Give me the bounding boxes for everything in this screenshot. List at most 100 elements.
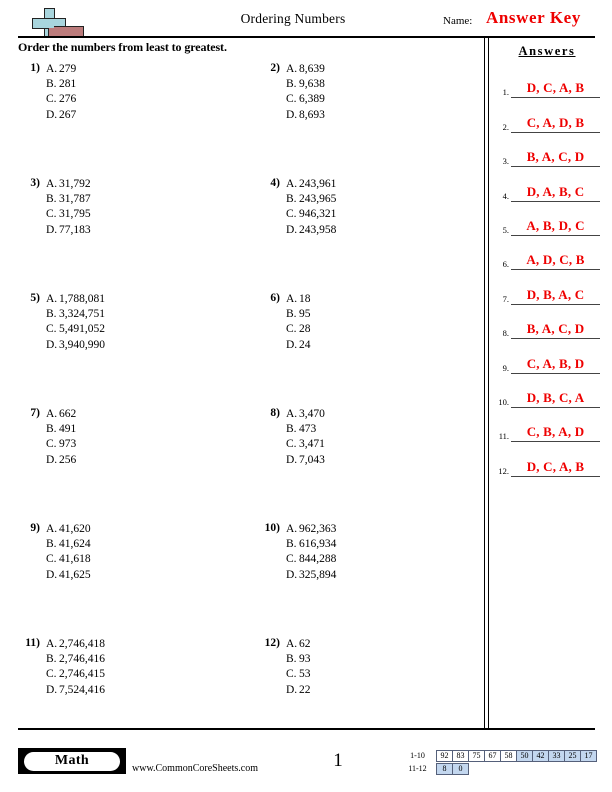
choice-option[interactable]: D. 77,183	[46, 223, 91, 238]
choice-label: A.	[286, 63, 298, 75]
choice-label: A.	[286, 523, 298, 535]
answer-row: 7. D, B, A, C	[492, 272, 604, 306]
choice-option[interactable]: D. 243,958	[286, 223, 336, 238]
name-label: Name:	[443, 15, 473, 27]
choice-option[interactable]: B. 616,934	[286, 537, 336, 552]
question-row: 3) A. 31,792 B. 31,787 C. 31,795 D. 77,183 4) A. 24…	[14, 177, 480, 292]
choice-option[interactable]: C. 3,471	[286, 437, 325, 452]
answer-value: C, A, D, B	[526, 114, 585, 130]
choice-option[interactable]: C. 844,288	[286, 552, 336, 567]
score-range-label: 1-10	[410, 751, 425, 760]
choice-option[interactable]: B. 281	[46, 77, 76, 92]
choice-option[interactable]: C. 53	[286, 667, 311, 682]
choice-value: 31,792	[59, 178, 91, 190]
choice-value: 7,524,416	[59, 683, 105, 696]
question-number: 8)	[270, 407, 280, 419]
choice-option[interactable]: C. 28	[286, 322, 311, 337]
choice-value: 77,183	[59, 223, 91, 236]
choice-label: B.	[286, 78, 297, 91]
choice-option[interactable]: B. 491	[46, 422, 76, 437]
choice-list: A. 18 B. 95 C. 28 D. 24	[286, 292, 311, 353]
question-number: 6)	[270, 292, 280, 304]
choice-list: A. 243,961 B. 243,965 C. 946,321 D. 243,958	[286, 177, 336, 238]
choice-value: 844,288	[299, 553, 337, 566]
choice-option[interactable]: A. 962,363	[286, 522, 336, 537]
choice-label: D.	[46, 683, 58, 696]
choice-option[interactable]: C. 2,746,415	[46, 667, 105, 682]
choice-option[interactable]: D. 7,524,416	[46, 683, 105, 698]
question-6: 6) A. 18 B. 95 C. 28 D. 24	[254, 292, 486, 402]
choice-label: C.	[286, 553, 297, 566]
choice-option[interactable]: D. 267	[46, 108, 76, 123]
answers-list: 1. D, C, A, B 2. C, A, D, B 3. B, A, C, D 4. D,…	[492, 66, 604, 479]
choice-label: A.	[46, 293, 58, 305]
choice-option[interactable]: A. 41,620	[46, 522, 91, 537]
choice-option[interactable]: B. 41,624	[46, 537, 91, 552]
score-cell: 92	[436, 750, 453, 762]
choice-label: B.	[286, 423, 297, 436]
choice-option[interactable]: A. 662	[46, 407, 76, 422]
choice-option[interactable]: C. 41,618	[46, 552, 91, 567]
choice-option[interactable]: D. 22	[286, 683, 311, 698]
choice-option[interactable]: A. 62	[286, 637, 311, 652]
question-5: 5) A. 1,788,081 B. 3,324,751 C. 5,491,052 D. 3,9…	[14, 292, 246, 402]
choice-option[interactable]: C. 5,491,052	[46, 322, 105, 337]
answer-blank-line	[511, 406, 600, 408]
choice-value: 616,934	[299, 538, 337, 551]
choice-label: D.	[286, 453, 298, 466]
choice-option[interactable]: C. 973	[46, 437, 76, 452]
choice-option[interactable]: D. 256	[46, 453, 76, 468]
answer-number: 3.	[502, 156, 509, 167]
choice-option[interactable]: A. 8,639	[286, 62, 325, 77]
choice-option[interactable]: C. 946,321	[286, 207, 336, 222]
choice-value: 93	[299, 653, 311, 666]
score-cell: 8	[436, 763, 453, 775]
choice-option[interactable]: D. 24	[286, 338, 311, 353]
choice-value: 325,894	[299, 568, 337, 581]
choice-option[interactable]: D. 41,625	[46, 568, 91, 583]
choice-option[interactable]: C. 276	[46, 92, 76, 107]
choice-value: 3,470	[299, 408, 325, 420]
choice-option[interactable]: B. 95	[286, 307, 311, 322]
choice-option[interactable]: D. 3,940,990	[46, 338, 105, 353]
question-9: 9) A. 41,620 B. 41,624 C. 41,618 D. 41,625	[14, 522, 246, 632]
instruction-text: Order the numbers from least to greatest…	[18, 40, 227, 54]
choice-option[interactable]: D. 325,894	[286, 568, 336, 583]
subject-badge-label: Math	[24, 751, 120, 771]
choice-option[interactable]: B. 9,638	[286, 77, 325, 92]
answer-row: 6. A, D, C, B	[492, 238, 604, 272]
choice-option[interactable]: C. 31,795	[46, 207, 91, 222]
choice-value: 279	[59, 63, 77, 75]
answer-row: 12. D, C, A, B	[492, 444, 604, 478]
choice-option[interactable]: D. 8,693	[286, 108, 325, 123]
choice-option[interactable]: B. 93	[286, 652, 311, 667]
choice-option[interactable]: A. 18	[286, 292, 311, 307]
answer-row: 4. D, A, B, C	[492, 169, 604, 203]
answer-number: 12.	[498, 465, 509, 476]
choice-option[interactable]: B. 2,746,416	[46, 652, 105, 667]
choice-option[interactable]: A. 1,788,081	[46, 292, 105, 307]
choice-value: 41,618	[59, 553, 91, 566]
choice-value: 3,940,990	[59, 338, 105, 351]
choice-option[interactable]: B. 473	[286, 422, 325, 437]
choice-option[interactable]: B. 31,787	[46, 192, 91, 207]
choice-option[interactable]: B. 3,324,751	[46, 307, 105, 322]
answer-blank-line	[511, 269, 600, 271]
choice-list: A. 31,792 B. 31,787 C. 31,795 D. 77,183	[46, 177, 91, 238]
choice-value: 5,491,052	[59, 323, 105, 336]
choice-label: A.	[286, 178, 298, 190]
choice-option[interactable]: C. 6,389	[286, 92, 325, 107]
choice-option[interactable]: D. 7,043	[286, 453, 325, 468]
choice-option[interactable]: A. 243,961	[286, 177, 336, 192]
answer-row: 11. C, B, A, D	[492, 410, 604, 444]
answer-blank-line	[511, 372, 600, 374]
choice-option[interactable]: B. 243,965	[286, 192, 336, 207]
choice-option[interactable]: A. 3,470	[286, 407, 325, 422]
choice-list: A. 3,470 B. 473 C. 3,471 D. 7,043	[286, 407, 325, 468]
question-11: 11) A. 2,746,418 B. 2,746,416 C. 2,746,415 D. 7,…	[14, 637, 246, 747]
question-2: 2) A. 8,639 B. 9,638 C. 6,389 D. 8,693	[254, 62, 486, 172]
choice-option[interactable]: A. 2,746,418	[46, 637, 105, 652]
choice-option[interactable]: A. 279	[46, 62, 76, 77]
choice-value: 41,624	[59, 538, 91, 551]
choice-option[interactable]: A. 31,792	[46, 177, 91, 192]
